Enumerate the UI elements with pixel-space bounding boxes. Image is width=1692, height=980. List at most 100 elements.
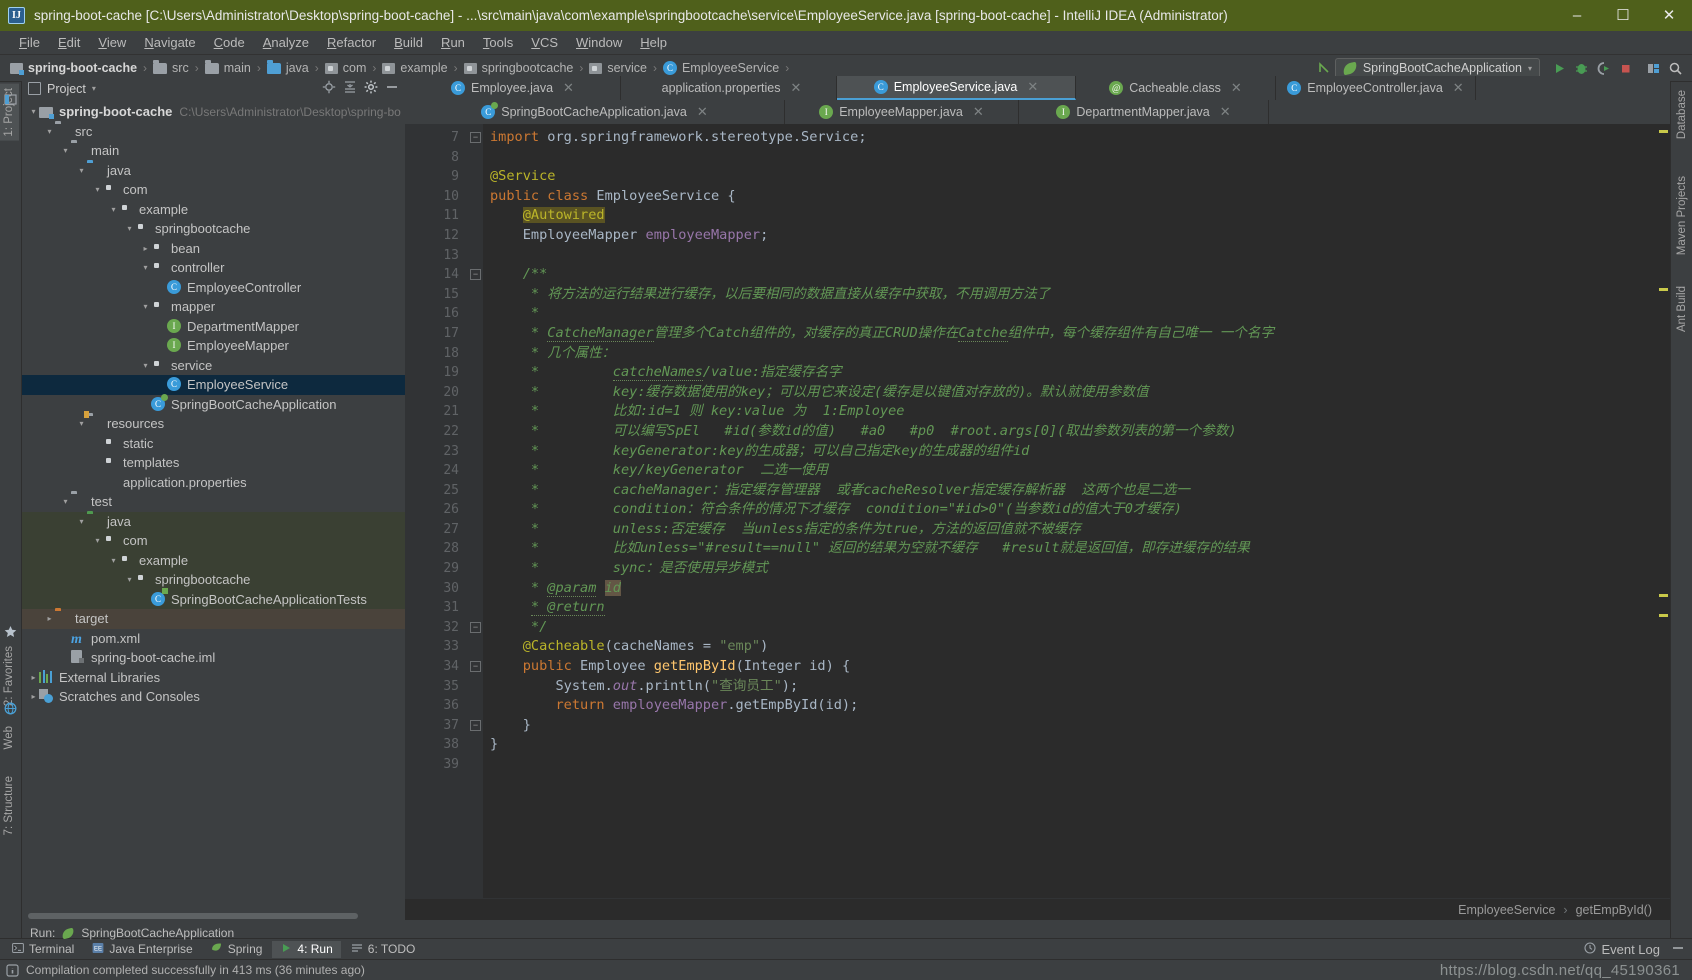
chevron-down-icon[interactable]: ▾ — [76, 517, 87, 526]
line-number-16[interactable]: 16 — [405, 304, 467, 324]
chevron-down-icon[interactable]: ▾ — [44, 127, 55, 136]
breadcrumb-item-java[interactable]: java — [266, 59, 309, 75]
collapse-icon[interactable]: − — [470, 719, 481, 731]
chevron-down-icon[interactable]: ▾ — [92, 536, 103, 545]
tree-node-spring-boot-cache[interactable]: ▾ spring-boot-cache C:\Users\Administrator… — [22, 102, 405, 122]
menu-item-run[interactable]: Run — [432, 32, 474, 54]
menu-item-window[interactable]: Window — [567, 32, 631, 54]
source-code[interactable]: import org.springframework.stereotype.Se… — [483, 124, 1670, 898]
sidebar-item-database[interactable]: Database — [1672, 86, 1692, 143]
close-tab-icon[interactable]: ✕ — [1220, 104, 1231, 120]
tree-node-target[interactable]: ▸ target — [22, 609, 405, 629]
chevron-down-icon[interactable]: ▾ — [108, 205, 119, 214]
chevron-down-icon[interactable]: ▾ — [108, 556, 119, 565]
chevron-down-icon[interactable]: ▾ — [60, 146, 71, 155]
close-tab-icon[interactable]: ✕ — [973, 104, 984, 120]
tree-node-bean[interactable]: ▸ bean — [22, 239, 405, 259]
sidebar-item-maven-projects[interactable]: Maven Projects — [1672, 172, 1692, 259]
tree-node-java[interactable]: ▾ java — [22, 511, 405, 531]
collapse-icon[interactable]: − — [470, 621, 481, 633]
close-tab-icon[interactable]: ✕ — [790, 80, 801, 96]
editor-tab-employeemapper-java[interactable]: I EmployeeMapper.java ✕ — [785, 100, 1019, 124]
line-number-18[interactable]: 18 — [405, 344, 467, 364]
tree-node-example[interactable]: ▾ example — [22, 550, 405, 570]
tree-node-departmentmapper[interactable]: I DepartmentMapper — [22, 317, 405, 337]
menu-item-code[interactable]: Code — [205, 32, 254, 54]
line-number-15[interactable]: 15 — [405, 285, 467, 305]
tree-node-pom-xml[interactable]: m pom.xml — [22, 629, 405, 649]
minimize-button[interactable]: – — [1554, 0, 1600, 31]
menu-item-tools[interactable]: Tools — [474, 32, 522, 54]
chevron-down-icon[interactable]: ▾ — [140, 361, 151, 370]
chevron-right-icon[interactable]: ▸ — [44, 614, 55, 623]
line-number-36[interactable]: 36 — [405, 696, 467, 716]
line-number-28[interactable]: 28 — [405, 539, 467, 559]
tree-node-java[interactable]: ▾ java — [22, 161, 405, 181]
editor-tab-cacheable-class[interactable]: @ Cacheable.class ✕ — [1076, 76, 1276, 100]
editor-tab-employee-java[interactable]: C Employee.java ✕ — [405, 76, 621, 100]
hide-all-windows-icon[interactable] — [1672, 942, 1684, 957]
close-tab-icon[interactable]: ✕ — [563, 80, 574, 96]
chevron-down-icon[interactable]: ▾ — [76, 166, 87, 175]
tree-node-resources[interactable]: ▾ resources — [22, 411, 405, 434]
line-number-24[interactable]: 24 — [405, 461, 467, 481]
tree-node-external-libraries[interactable]: ▸ External Libraries — [22, 668, 405, 688]
line-number-39[interactable]: 39 — [405, 755, 467, 775]
menu-item-refactor[interactable]: Refactor — [318, 32, 385, 54]
line-number-25[interactable]: 25 — [405, 481, 467, 501]
tree-node-mapper[interactable]: ▾ mapper — [22, 297, 405, 317]
line-number-14[interactable]: 14 — [405, 265, 467, 285]
tree-node-test[interactable]: ▾ test — [22, 492, 405, 512]
editor-breadcrumb-item-getempbyid-[interactable]: getEmpById() — [1576, 903, 1652, 917]
editor-tab-application-properties[interactable]: application.properties ✕ — [621, 76, 837, 100]
menu-item-file[interactable]: File — [10, 32, 49, 54]
chevron-down-icon[interactable]: ▾ — [124, 224, 135, 233]
editor-vertical-scrollbar[interactable] — [1657, 124, 1670, 898]
tool-window-tab-java-enterprise[interactable]: EE Java Enterprise — [84, 941, 200, 958]
code-folding-column[interactable]: − − − − − — [467, 124, 483, 898]
line-number-29[interactable]: 29 — [405, 559, 467, 579]
settings-gear-icon[interactable] — [364, 80, 378, 97]
close-tab-icon[interactable]: ✕ — [1453, 80, 1464, 96]
line-number-37[interactable]: 37 — [405, 716, 467, 736]
collapse-icon[interactable]: − — [470, 661, 481, 673]
breadcrumb-item-springbootcache[interactable]: springbootcache — [463, 61, 573, 75]
tree-node-application-properties[interactable]: application.properties — [22, 473, 405, 493]
line-number-17[interactable]: 17 — [405, 324, 467, 344]
tree-node-controller[interactable]: ▾ controller — [22, 258, 405, 278]
project-horizontal-scrollbar[interactable] — [22, 911, 405, 920]
line-number-9[interactable]: 9 — [405, 167, 467, 187]
tree-node-springbootcacheapplication[interactable]: C SpringBootCacheApplication — [22, 393, 405, 415]
tree-node-scratches-and-consoles[interactable]: ▸ Scratches and Consoles — [22, 687, 405, 707]
chevron-down-icon[interactable]: ▾ — [124, 575, 135, 584]
line-number-12[interactable]: 12 — [405, 226, 467, 246]
chevron-down-icon[interactable]: ▾ — [92, 84, 96, 93]
editor-tab-employeecontroller-java[interactable]: C EmployeeController.java ✕ — [1276, 76, 1476, 100]
line-number-11[interactable]: 11 — [405, 206, 467, 226]
chevron-down-icon[interactable]: ▾ — [60, 497, 71, 506]
line-number-32[interactable]: 32 — [405, 618, 467, 638]
chevron-down-icon[interactable]: ▾ — [140, 302, 151, 311]
line-number-38[interactable]: 38 — [405, 735, 467, 755]
breadcrumb-item-service[interactable]: service — [589, 61, 647, 75]
line-number-7[interactable]: 7 — [405, 128, 467, 148]
maximize-button[interactable]: ☐ — [1600, 0, 1646, 31]
chevron-right-icon[interactable]: ▸ — [28, 692, 39, 701]
menu-item-edit[interactable]: Edit — [49, 32, 89, 54]
editor-tab-employeeservice-java[interactable]: C EmployeeService.java ✕ — [837, 76, 1076, 100]
tree-node-static[interactable]: static — [22, 434, 405, 454]
tool-window-tab-spring[interactable]: Spring — [203, 941, 271, 958]
tree-node-employeemapper[interactable]: I EmployeeMapper — [22, 336, 405, 356]
menu-item-navigate[interactable]: Navigate — [135, 32, 204, 54]
tree-node-templates[interactable]: templates — [22, 453, 405, 473]
project-tree[interactable]: ▾ spring-boot-cache C:\Users\Administrator… — [22, 101, 405, 911]
tree-node-employeecontroller[interactable]: C EmployeeController — [22, 278, 405, 298]
close-button[interactable]: ✕ — [1646, 0, 1692, 31]
chevron-right-icon[interactable]: ▸ — [28, 673, 39, 682]
hide-panel-icon[interactable] — [385, 80, 399, 97]
menu-item-analyze[interactable]: Analyze — [254, 32, 318, 54]
menu-item-view[interactable]: View — [89, 32, 135, 54]
tool-window-tab-terminal[interactable]: Terminal — [4, 941, 82, 958]
line-number-35[interactable]: 35 — [405, 677, 467, 697]
line-number-23[interactable]: 23 — [405, 442, 467, 462]
